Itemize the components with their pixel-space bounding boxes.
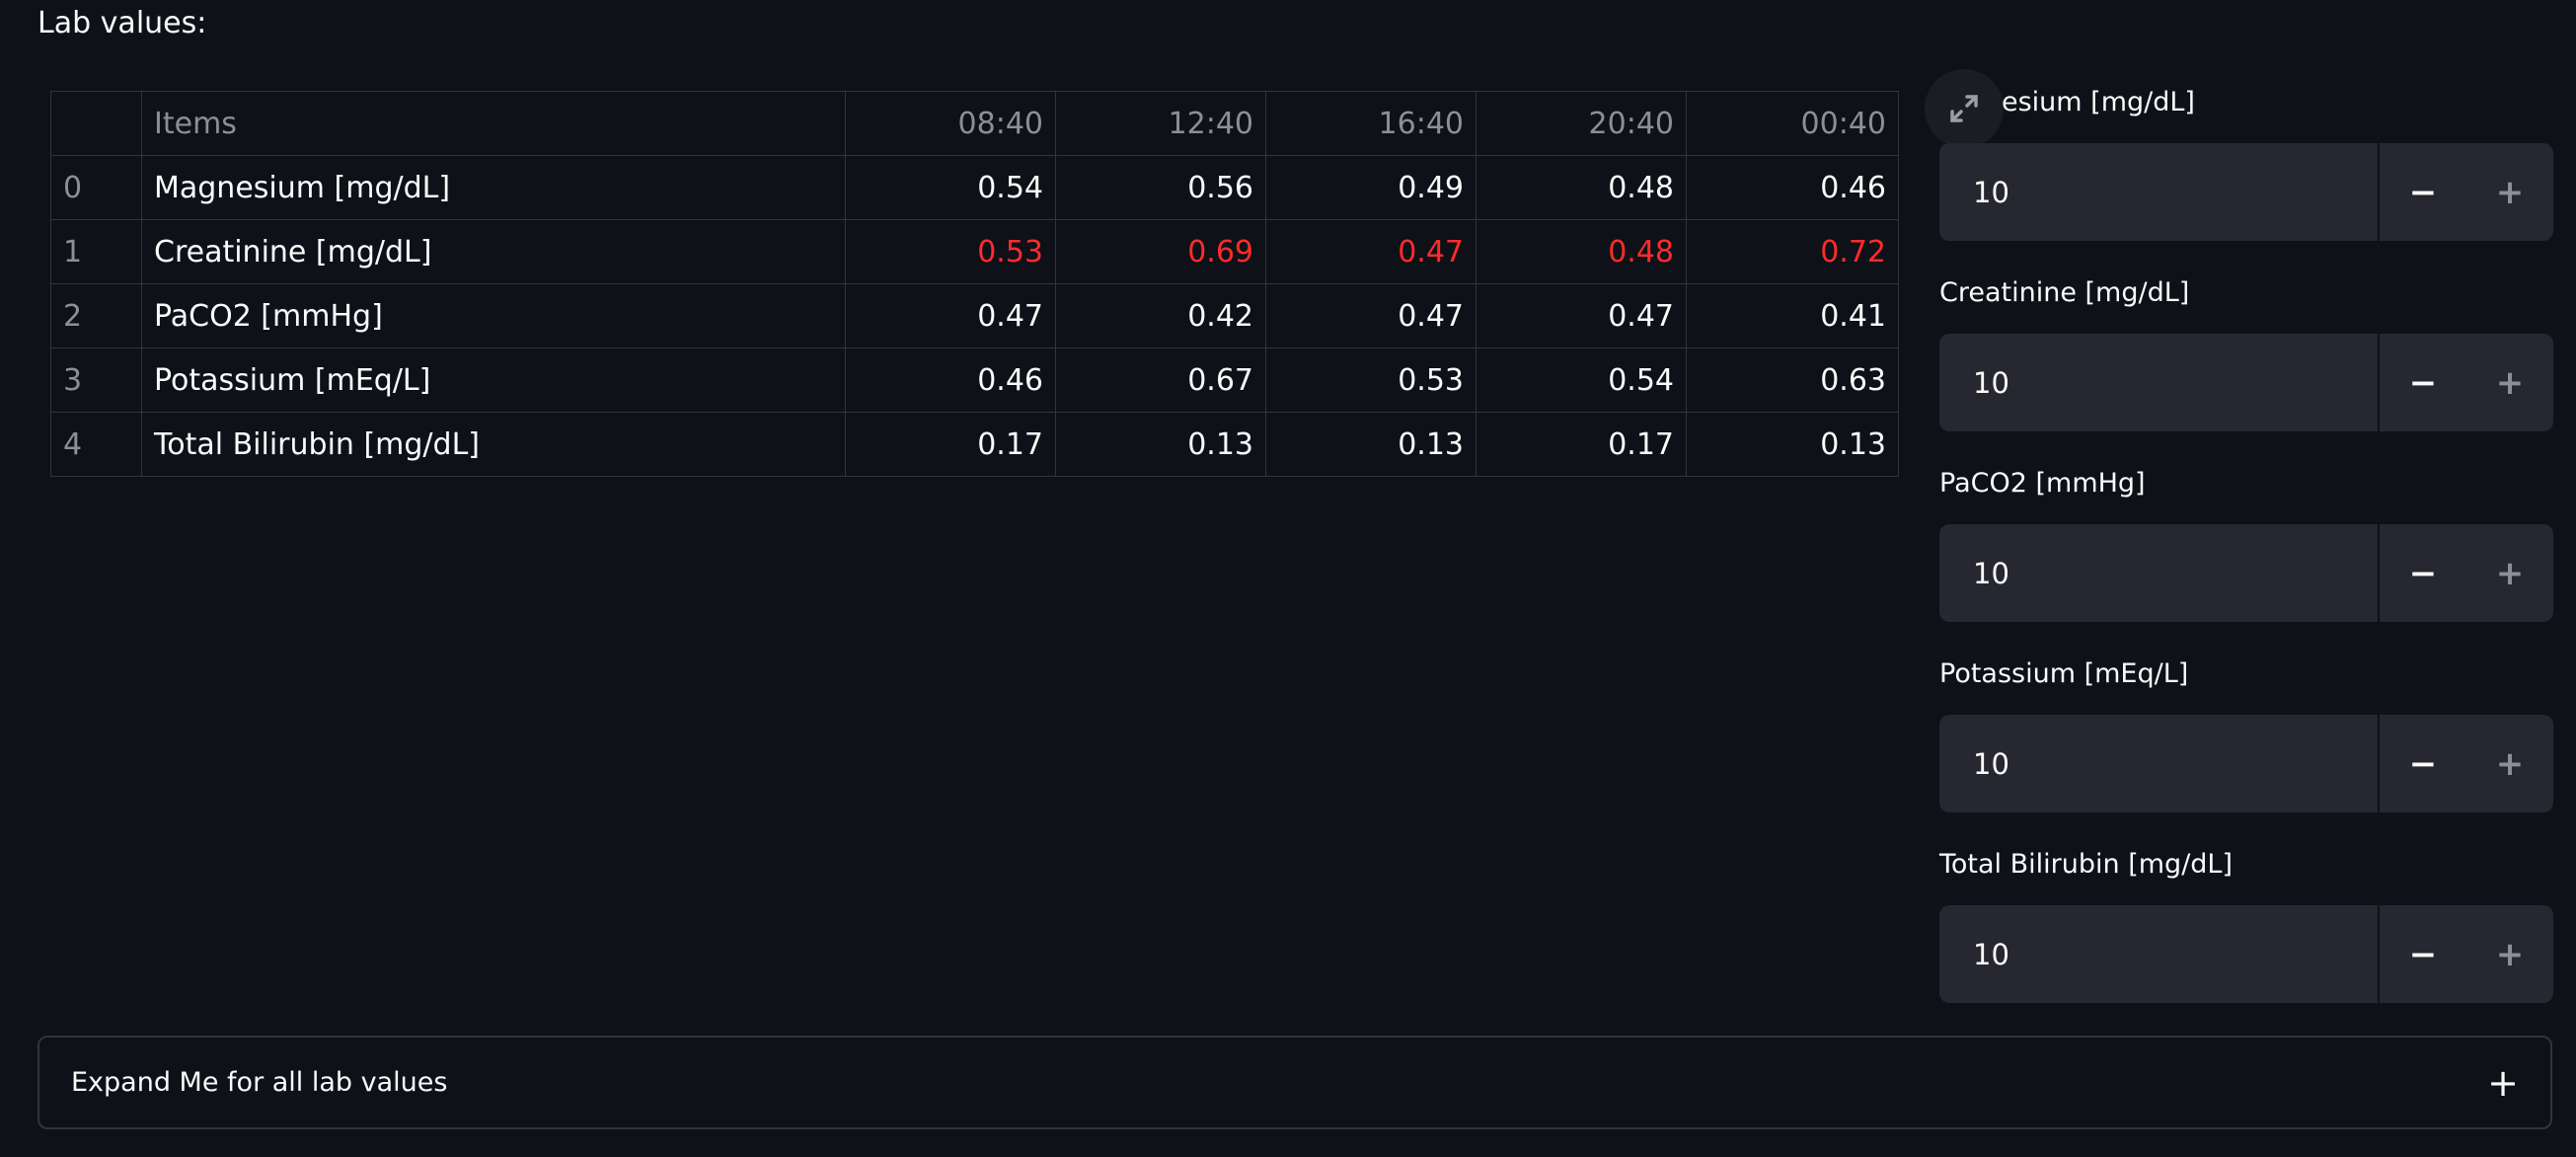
page: Lab values: Items 08:40 12:40 16:40 20:4… [0, 0, 2576, 1157]
decrement-button[interactable]: − [2378, 143, 2466, 241]
table-row: 3 Potassium [mEq/L] 0.46 0.67 0.53 0.54 0.63 [50, 347, 1899, 413]
value-cell[interactable]: 0.41 [1686, 283, 1899, 348]
number-input[interactable] [1939, 523, 2378, 623]
input-label: Potassium [mEq/L] [1939, 658, 2189, 689]
item-name-cell[interactable]: Potassium [mEq/L] [141, 347, 846, 413]
input-label: Total Bilirubin [mg/dL] [1939, 849, 2233, 880]
value-cell[interactable]: 0.13 [1265, 412, 1477, 477]
increment-button[interactable]: + [2466, 905, 2553, 1003]
increment-button[interactable]: + [2466, 524, 2553, 622]
table-row: 0 Magnesium [mg/dL] 0.54 0.56 0.49 0.48 0.46 [50, 155, 1899, 220]
value-cell[interactable]: 0.47 [1265, 283, 1477, 348]
decrement-button[interactable]: − [2378, 715, 2466, 812]
value-cell[interactable]: 0.17 [1476, 412, 1687, 477]
number-input[interactable] [1939, 333, 2378, 432]
number-stepper: − + [1939, 904, 2553, 1004]
table-row: 4 Total Bilirubin [mg/dL] 0.17 0.13 0.13 0.17… [50, 412, 1899, 477]
value-cell[interactable]: 0.42 [1055, 283, 1266, 348]
table-header-row: Items 08:40 12:40 16:40 20:40 00:40 [50, 91, 1899, 156]
value-cell[interactable]: 0.67 [1055, 347, 1266, 413]
column-header-time[interactable]: 16:40 [1265, 91, 1477, 156]
value-cell[interactable]: 0.49 [1265, 155, 1477, 220]
column-header-items[interactable]: Items [141, 91, 846, 156]
value-cell[interactable]: 0.47 [1476, 283, 1687, 348]
value-cell[interactable]: 0.47 [845, 283, 1056, 348]
table-row: 1 Creatinine [mg/dL] 0.53 0.69 0.47 0.48 0.72 [50, 219, 1899, 284]
item-name-cell[interactable]: Magnesium [mg/dL] [141, 155, 846, 220]
section-label: Lab values: [38, 6, 207, 40]
value-cell[interactable]: 0.63 [1686, 347, 1899, 413]
value-cell[interactable]: 0.69 [1055, 219, 1266, 284]
number-stepper: − + [1939, 523, 2553, 623]
number-stepper: − + [1939, 142, 2553, 242]
value-cell[interactable]: 0.46 [1686, 155, 1899, 220]
row-index-cell[interactable]: 1 [50, 219, 142, 284]
value-cell[interactable]: 0.56 [1055, 155, 1266, 220]
value-cell[interactable]: 0.72 [1686, 219, 1899, 284]
expander-all-lab-values[interactable]: Expand Me for all lab values + [38, 1036, 2552, 1129]
value-cell[interactable]: 0.53 [1265, 347, 1477, 413]
row-index-cell[interactable]: 3 [50, 347, 142, 413]
number-input-group: PaCO2 [mmHg] − + [1939, 464, 2553, 623]
row-index-cell[interactable]: 4 [50, 412, 142, 477]
expander-title: Expand Me for all lab values [71, 1067, 448, 1098]
column-header-time[interactable]: 20:40 [1476, 91, 1687, 156]
value-cell[interactable]: 0.13 [1055, 412, 1266, 477]
table-row: 2 PaCO2 [mmHg] 0.47 0.42 0.47 0.47 0.41 [50, 283, 1899, 348]
value-cell[interactable]: 0.54 [1476, 347, 1687, 413]
number-input[interactable] [1939, 142, 2378, 242]
value-cell[interactable]: 0.48 [1476, 219, 1687, 284]
table-body: 0 Magnesium [mg/dL] 0.54 0.56 0.49 0.48 0.46 1 C… [50, 155, 1899, 477]
lab-values-table[interactable]: Items 08:40 12:40 16:40 20:40 00:40 0 Mag… [50, 91, 1899, 477]
value-cell[interactable]: 0.54 [845, 155, 1056, 220]
input-label: esium [mg/dL] [2002, 87, 2195, 117]
column-header-time[interactable]: 08:40 [845, 91, 1056, 156]
input-label: Creatinine [mg/dL] [1939, 277, 2190, 308]
column-header-index[interactable] [50, 91, 142, 156]
value-cell[interactable]: 0.53 [845, 219, 1056, 284]
number-stepper: − + [1939, 714, 2553, 813]
item-name-cell[interactable]: Creatinine [mg/dL] [141, 219, 846, 284]
number-input-group: esium [mg/dL] − + [1939, 83, 2553, 242]
number-input-group: Total Bilirubin [mg/dL] − + [1939, 845, 2553, 1004]
value-cell[interactable]: 0.48 [1476, 155, 1687, 220]
item-name-cell[interactable]: Total Bilirubin [mg/dL] [141, 412, 846, 477]
value-cell[interactable]: 0.13 [1686, 412, 1899, 477]
row-index-cell[interactable]: 0 [50, 155, 142, 220]
row-index-cell[interactable]: 2 [50, 283, 142, 348]
increment-button[interactable]: + [2466, 334, 2553, 431]
input-label: PaCO2 [mmHg] [1939, 468, 2146, 499]
item-name-cell[interactable]: PaCO2 [mmHg] [141, 283, 846, 348]
decrement-button[interactable]: − [2378, 524, 2466, 622]
number-input[interactable] [1939, 904, 2378, 1004]
column-header-time[interactable]: 00:40 [1686, 91, 1899, 156]
decrement-button[interactable]: − [2378, 334, 2466, 431]
value-cell[interactable]: 0.17 [845, 412, 1056, 477]
number-input[interactable] [1939, 714, 2378, 813]
decrement-button[interactable]: − [2378, 905, 2466, 1003]
number-input-group: Potassium [mEq/L] − + [1939, 655, 2553, 813]
column-header-time[interactable]: 12:40 [1055, 91, 1266, 156]
increment-button[interactable]: + [2466, 143, 2553, 241]
number-stepper: − + [1939, 333, 2553, 432]
number-input-group: Creatinine [mg/dL] − + [1939, 273, 2553, 432]
data-grid: Items 08:40 12:40 16:40 20:40 00:40 0 Mag… [50, 91, 1899, 477]
value-cell[interactable]: 0.47 [1265, 219, 1477, 284]
increment-button[interactable]: + [2466, 715, 2553, 812]
plus-icon: + [2487, 1060, 2519, 1105]
value-cell[interactable]: 0.46 [845, 347, 1056, 413]
